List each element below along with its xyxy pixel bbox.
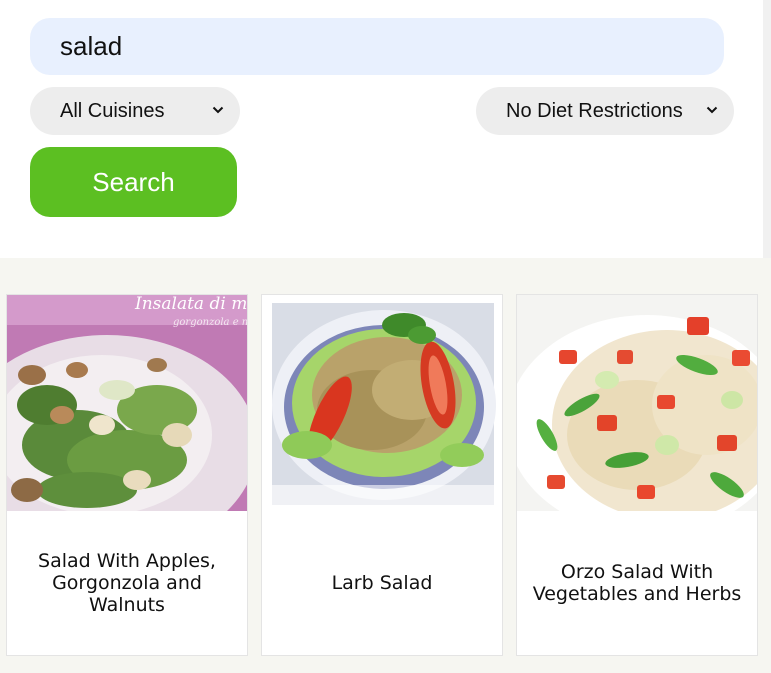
diet-select[interactable]: No Diet Restrictions [476, 87, 734, 135]
recipe-image[interactable] [262, 295, 502, 511]
chevron-down-icon [212, 106, 224, 114]
recipe-title[interactable]: Salad With Apples, Gorgonzola and Walnut… [15, 511, 239, 655]
recipe-image[interactable]: Insalata di me gorgonzola e no [7, 295, 247, 511]
recipe-title[interactable]: Larb Salad [270, 511, 494, 655]
image-watermark: Insalata di me [134, 295, 247, 314]
search-panel: All Cuisines No Diet Restrictions Search [0, 0, 763, 258]
diet-select-value: No Diet Restrictions [506, 99, 683, 122]
search-input[interactable] [30, 18, 724, 75]
recipe-card[interactable]: Larb Salad [261, 294, 503, 656]
cuisine-select[interactable]: All Cuisines [30, 87, 240, 135]
chevron-down-icon [706, 106, 718, 114]
recipe-card[interactable]: Orzo Salad With Vegetables and Herbs [516, 294, 758, 656]
cuisine-select-value: All Cuisines [60, 99, 165, 122]
recipe-image[interactable] [517, 295, 757, 511]
recipe-title[interactable]: Orzo Salad With Vegetables and Herbs [525, 511, 749, 655]
results-grid: Insalata di me gorgonzola e no Salad Wit… [0, 258, 771, 673]
image-watermark-sub: gorgonzola e no [173, 317, 247, 328]
recipe-card[interactable]: Insalata di me gorgonzola e no Salad Wit… [6, 294, 248, 656]
search-button[interactable]: Search [30, 147, 237, 217]
